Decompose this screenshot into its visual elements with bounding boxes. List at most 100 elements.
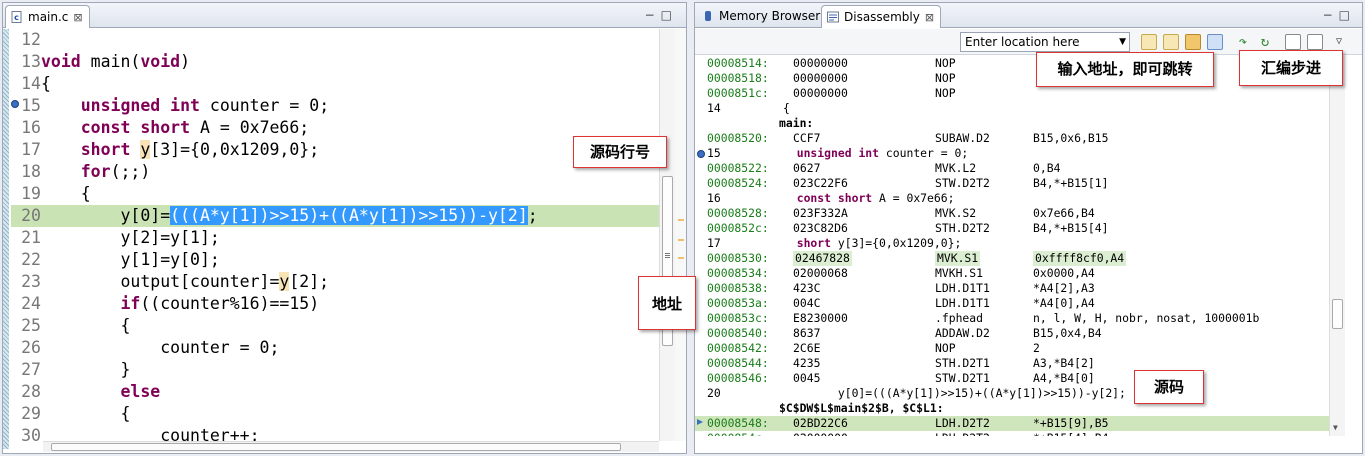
current-instruction-row[interactable]: 00008548: 02BD22C6 LDH.D2T2 *+B15[9],B5 <box>695 416 1330 431</box>
code-line[interactable]: 19 { <box>11 183 659 205</box>
code-line[interactable]: 13void main(void) <box>11 51 659 73</box>
code-token: y <box>279 272 290 291</box>
instruction-row[interactable]: 00008544: 4235 STH.D2T1 A3,*B4[2] <box>695 356 1330 371</box>
line-number: 26 <box>21 338 41 357</box>
scroll-down-arrow-icon[interactable]: ▼ <box>1333 423 1338 432</box>
instruction-row[interactable]: 00008534: 02000068 MVKH.S1 0x0000,A4 <box>695 266 1330 281</box>
new-view-icon[interactable] <box>1285 34 1301 50</box>
instruction-row[interactable]: 0000854c: 02000000 LDH.D2T2 *+B15[4],B4 <box>695 431 1330 436</box>
instruction-row[interactable]: 00008514: 00000000 NOP <box>695 56 1330 71</box>
link-with-editor-icon[interactable] <box>1163 34 1179 50</box>
code-line[interactable]: 29 { <box>11 403 659 425</box>
location-dropdown-icon[interactable]: ▼ <box>1119 33 1126 51</box>
instruction-address: 00008544: <box>707 356 769 370</box>
code-line[interactable]: 14{ <box>11 73 659 95</box>
disassembly-scroll-thumb[interactable] <box>1332 299 1343 329</box>
instruction-row[interactable]: 00008542: 2C6E NOP 2 <box>695 341 1330 356</box>
line-number: 15 <box>21 96 41 115</box>
instruction-row[interactable]: 0000852c: 023C82D6 STH.D2T2 B4,*+B15[4] <box>695 221 1330 236</box>
instruction-address: 00008548: <box>707 416 769 430</box>
svg-text:c: c <box>14 13 19 22</box>
code-token: [3]={0,0x1209,0}; <box>150 140 320 159</box>
disassembly-window-controls[interactable]: −□ <box>1323 8 1356 22</box>
line-number: 27 <box>21 360 41 379</box>
code-token: counter = 0; <box>879 146 969 160</box>
code-token: short <box>80 140 131 159</box>
instruction-row[interactable]: 00008540: 8637 ADDAW.D2 B15,0x4,B4 <box>695 326 1330 341</box>
callout-line-number: 源码行号 <box>573 136 667 168</box>
disassembly-listing[interactable]: 00008514: 00000000 NOP 00008518: 00000000 NOP… <box>695 56 1330 436</box>
instruction-row[interactable]: 00008528: 023F332A MVK.S2 0x7e66,B4 <box>695 206 1330 221</box>
instruction-row[interactable]: 00008530: 02467828 MVK.S1 0xffff8cf0,A4 <box>695 251 1330 266</box>
instruction-row[interactable]: 00008524: 023C22F6 STW.D2T2 B4,*+B15[1] <box>695 176 1330 191</box>
close-tab-icon[interactable]: ⊠ <box>73 11 82 24</box>
view-menu-icon[interactable]: ▽ <box>1331 34 1347 50</box>
show-source-icon[interactable] <box>1185 34 1201 50</box>
code-line[interactable]: 24 if((counter%16)==15) <box>11 293 659 315</box>
code-line[interactable]: 27 } <box>11 359 659 381</box>
assembly-step-into-icon[interactable]: ↷ <box>1235 34 1251 50</box>
instruction-row[interactable]: 00008538: 423C LDH.D1T1 *A4[2],A3 <box>695 281 1330 296</box>
code-token: } <box>41 360 131 379</box>
code-line[interactable]: 26 counter = 0; <box>11 337 659 359</box>
go-to-location-icon[interactable] <box>1141 34 1157 50</box>
disassembly-vertical-scrollbar[interactable] <box>1329 56 1345 436</box>
instruction-opcode: 0627 <box>793 161 821 175</box>
line-number: 14 <box>21 74 41 93</box>
code-token: output[counter]= <box>41 272 280 291</box>
instruction-row[interactable]: 0000853a: 004C LDH.D1T1 *A4[0],A4 <box>695 296 1330 311</box>
instruction-opcode: 023F332A <box>793 206 848 220</box>
line-number: 19 <box>21 184 41 203</box>
instruction-row[interactable]: 00008522: 0627 MVK.L2 0,B4 <box>695 161 1330 176</box>
code-line[interactable]: 16 const short A = 0x7e66; <box>11 117 659 139</box>
instruction-row[interactable]: 0000853c: E8230000 .fphead n, l, W, H, nobr… <box>695 311 1330 326</box>
c-file-icon: c <box>11 11 22 23</box>
code-token: [2]; <box>289 272 330 291</box>
source-line-number: 15 <box>707 146 721 160</box>
maximize-icon[interactable]: □ <box>661 8 678 22</box>
pin-view-icon[interactable] <box>1307 34 1323 50</box>
line-number: 20 <box>21 206 41 225</box>
instruction-opcode: 00000000 <box>793 71 848 85</box>
code-line[interactable]: 30 counter++; <box>11 425 659 441</box>
assembly-step-over-icon[interactable]: ↻ <box>1257 34 1273 50</box>
keyword-token: int <box>858 146 880 160</box>
instruction-row[interactable]: 0000851c: 00000000 NOP <box>695 86 1330 101</box>
minimize-icon[interactable]: − <box>1323 8 1339 22</box>
maximize-icon[interactable]: □ <box>1339 8 1356 22</box>
instruction-args: A3,*B4[2] <box>1033 356 1095 370</box>
code-line[interactable]: 25 { <box>11 315 659 337</box>
location-input[interactable]: Enter location here ▼ <box>960 32 1130 52</box>
code-line[interactable]: 28 else <box>11 381 659 403</box>
code-area[interactable]: 12 13void main(void) 14{15 unsigned int co… <box>11 29 659 441</box>
code-line[interactable]: 12 <box>11 29 659 51</box>
tab-memory-browser[interactable]: Memory Browser <box>697 5 826 28</box>
code-line[interactable]: 18 for(;;) <box>11 161 659 183</box>
code-line[interactable]: 23 output[counter]=y[2]; <box>11 271 659 293</box>
source-text: short y[3]={0,0x1209,0}; <box>783 236 962 251</box>
code-line[interactable]: 15 unsigned int counter = 0; <box>11 95 659 117</box>
code-line[interactable]: 17 short y[3]={0,0x1209,0}; <box>11 139 659 161</box>
editor-window-controls[interactable]: −□ <box>645 8 678 22</box>
minimize-icon[interactable]: − <box>645 8 661 22</box>
code-token: counter = 0; <box>199 96 330 115</box>
close-tab-icon[interactable]: ⊠ <box>925 11 934 24</box>
instruction-row[interactable]: 00008546: 0045 STW.D2T1 A4,*B4[0] <box>695 371 1330 386</box>
editor-hscroll-thumb[interactable] <box>51 443 621 451</box>
code-line[interactable]: 22 y[1]=y[0]; <box>11 249 659 271</box>
breakpoint-icon[interactable] <box>696 149 706 159</box>
code-line[interactable]: 21 y[2]=y[1]; <box>11 227 659 249</box>
instruction-row[interactable]: 00008520: CCF7 SUBAW.D2 B15,0x6,B15 <box>695 131 1330 146</box>
instruction-mnemonic: STH.D2T2 <box>935 221 990 235</box>
current-code-line[interactable]: 20 y[0]=(((A*y[1])>>15)+((A*y[1])>>15))-… <box>11 205 659 227</box>
code-token: y[1]=y[0]; <box>41 250 220 269</box>
show-symbols-icon[interactable] <box>1207 34 1223 50</box>
tab-main-c[interactable]: c main.c ⊠ <box>5 5 90 28</box>
instruction-address: 00008538: <box>707 281 769 295</box>
instruction-row[interactable]: 00008518: 00000000 NOP <box>695 71 1330 86</box>
tab-disassembly[interactable]: Disassembly ⊠ <box>821 5 942 28</box>
